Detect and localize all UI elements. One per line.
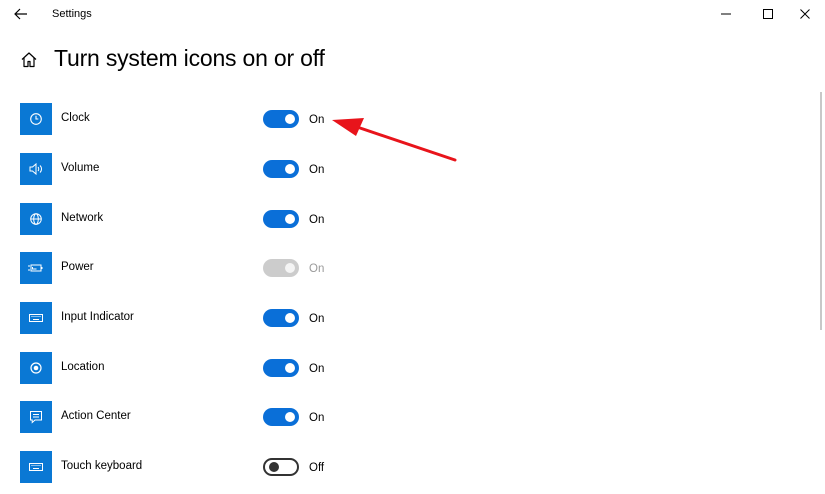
toggle-knob [285, 263, 295, 273]
network-icon [30, 213, 42, 225]
clock-icon [30, 113, 42, 125]
power-tile [20, 252, 52, 284]
close-icon [800, 9, 810, 19]
setting-row-touch-keyboard: Touch keyboard Off [20, 451, 440, 485]
network-tile [20, 203, 52, 235]
setting-row-location: Location On [20, 352, 440, 386]
power-label: Power [61, 261, 94, 273]
input-indicator-toggle[interactable] [263, 309, 299, 327]
clock-label: Clock [61, 112, 90, 124]
toggle-knob [285, 114, 295, 124]
home-button[interactable] [20, 51, 38, 69]
page-title: Turn system icons on or off [54, 45, 325, 71]
network-label: Network [61, 212, 104, 224]
toggle-knob [285, 214, 295, 224]
input-indicator-tile [20, 302, 52, 334]
network-state: On [309, 214, 325, 226]
location-label: Location [61, 361, 105, 373]
touch-keyboard-state: Off [309, 462, 325, 474]
back-arrow-icon [14, 8, 27, 20]
setting-row-action-center: Action Center On [20, 401, 440, 435]
clock-tile [20, 103, 52, 135]
power-toggle[interactable] [263, 259, 299, 277]
setting-row-network: Network On [20, 203, 440, 237]
action-center-icon [30, 411, 42, 424]
back-button[interactable] [8, 3, 34, 25]
toggle-knob [285, 363, 295, 373]
action-center-tile [20, 401, 52, 433]
window-title: Settings [52, 8, 92, 20]
location-tile [20, 352, 52, 384]
location-icon [30, 362, 42, 374]
toggle-knob [285, 313, 295, 323]
action-center-state: On [309, 412, 325, 424]
location-toggle[interactable] [263, 359, 299, 377]
volume-toggle[interactable] [263, 160, 299, 178]
close-button[interactable] [788, 0, 822, 28]
input-indicator-state: On [309, 313, 325, 325]
home-icon [21, 52, 37, 68]
action-center-toggle[interactable] [263, 408, 299, 426]
toggle-knob [285, 412, 295, 422]
volume-tile [20, 153, 52, 185]
minimize-icon [721, 13, 731, 15]
maximize-icon [763, 9, 773, 19]
toggle-knob [269, 462, 279, 472]
scrollbar[interactable] [820, 92, 822, 330]
power-state: On [309, 263, 325, 275]
toggle-knob [285, 164, 295, 174]
volume-label: Volume [61, 162, 100, 174]
volume-icon [29, 162, 42, 176]
minimize-button[interactable] [709, 0, 743, 28]
setting-row-input-indicator: Input Indicator On [20, 302, 440, 336]
input-indicator-label: Input Indicator [61, 311, 134, 323]
clock-toggle[interactable] [263, 110, 299, 128]
setting-row-power: Power On [20, 252, 440, 286]
red-arrow-annotation-icon [332, 118, 457, 162]
network-toggle[interactable] [263, 210, 299, 228]
touch-keyboard-icon [29, 463, 43, 471]
touch-keyboard-label: Touch keyboard [61, 460, 143, 472]
keyboard-icon [29, 314, 43, 322]
touch-keyboard-tile [20, 451, 52, 483]
maximize-button[interactable] [751, 0, 785, 28]
title-bar: Settings [0, 0, 825, 30]
action-center-label: Action Center [61, 410, 131, 422]
touch-keyboard-toggle[interactable] [263, 458, 299, 476]
power-icon [28, 264, 43, 272]
location-state: On [309, 363, 325, 375]
